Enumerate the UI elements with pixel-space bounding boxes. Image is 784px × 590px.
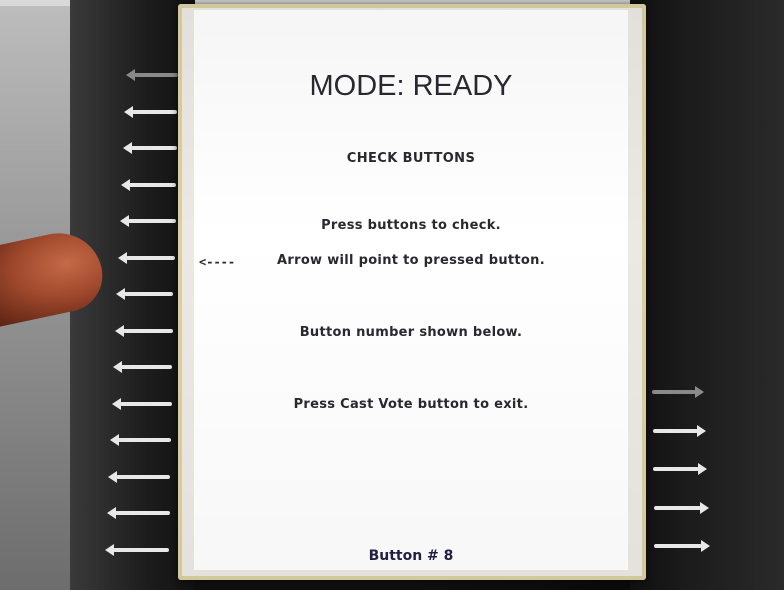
left-side-button[interactable] — [118, 251, 175, 264]
left-side-button[interactable] — [112, 397, 172, 410]
left-side-button[interactable] — [121, 178, 176, 191]
right-side-button[interactable] — [654, 501, 709, 514]
left-side-button[interactable] — [123, 142, 177, 154]
right-side-button[interactable] — [653, 424, 706, 437]
screen-display: MODE: READY CHECK BUTTONS Press buttons … — [194, 10, 628, 570]
check-buttons-heading: CHECK BUTTONS — [346, 151, 476, 166]
left-side-button[interactable] — [110, 434, 171, 446]
left-side-button[interactable] — [116, 288, 173, 300]
right-side-button[interactable] — [652, 386, 704, 398]
left-side-button[interactable] — [124, 105, 177, 118]
instruction-arrow-points: Arrow will point to pressed button. — [277, 253, 545, 268]
touch-screen: MODE: READY CHECK BUTTONS Press buttons … — [178, 4, 646, 580]
button-number-display: Button # 8 — [368, 548, 454, 564]
left-side-button[interactable] — [107, 507, 170, 519]
left-side-button[interactable] — [105, 543, 169, 556]
instruction-press-buttons: Press buttons to check. — [321, 218, 501, 233]
left-side-button[interactable] — [108, 470, 170, 483]
instruction-cast-vote-exit: Press Cast Vote button to exit. — [293, 397, 529, 412]
right-side-button[interactable] — [653, 463, 707, 475]
left-side-button[interactable] — [126, 69, 178, 81]
instruction-button-number: Button number shown below. — [299, 325, 523, 340]
left-side-button[interactable] — [115, 324, 173, 337]
mode-title: MODE: READY — [309, 70, 513, 102]
left-side-button[interactable] — [120, 215, 176, 227]
left-side-button[interactable] — [113, 361, 172, 373]
right-side-button[interactable] — [654, 540, 710, 552]
voting-machine: MODE: READY CHECK BUTTONS Press buttons … — [0, 0, 784, 590]
